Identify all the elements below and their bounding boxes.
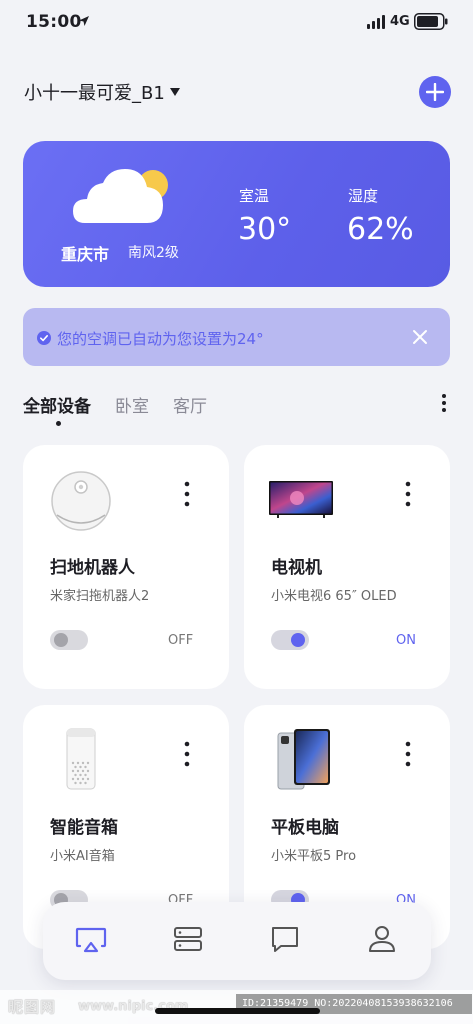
check-circle-icon [37,331,51,345]
caret-down-icon [169,88,180,96]
device-name: 智能音箱 [50,818,118,838]
tablet-image [277,729,330,790]
add-device-button[interactable] [419,76,451,108]
home-selector[interactable]: 小十一最可爱_B1 [24,79,180,105]
robot-vacuum-image [51,471,111,531]
more-vertical-icon[interactable] [400,479,416,509]
tab-living-room[interactable]: 客厅 [173,392,207,417]
tv-image [269,481,333,518]
network-type: 4G [390,14,410,29]
device-name: 电视机 [271,558,322,578]
more-vertical-icon[interactable] [179,479,195,509]
humidity-label: 湿度 [348,187,379,205]
device-model: 小米电视6 65″ OLED [271,589,397,604]
temperature-value: 30° [238,212,292,247]
active-tab-indicator [56,421,61,426]
device-card-tv[interactable]: 电视机 小米电视6 65″ OLED ON [244,445,450,689]
smart-speaker-image [66,728,96,790]
power-toggle[interactable] [271,630,309,650]
user-icon[interactable] [365,922,399,956]
temperature-label: 室温 [239,187,270,205]
home-indicator [155,1008,320,1014]
weather-city: 重庆市 [61,245,110,264]
bottom-navigation [43,902,431,980]
tab-all-devices[interactable]: 全部设备 [23,392,91,417]
weather-wind: 南风2级 [128,245,179,261]
notice-text: 您的空调已自动为您设置为24° [57,330,264,348]
device-model: 小米平板5 Pro [271,849,357,864]
partly-cloudy-icon [73,169,168,223]
device-model: 小米AI音箱 [50,849,115,864]
device-name: 扫地机器人 [50,558,135,578]
device-state: OFF [168,633,194,648]
device-card-robot-vacuum[interactable]: 扫地机器人 米家扫拖机器人2 OFF [23,445,229,689]
battery-icon [414,13,448,30]
location-arrow-icon [79,16,89,26]
watermark-logo: 昵图网 [8,998,57,1016]
humidity-value: 62% [347,212,414,247]
status-time: 15:00 [26,12,82,32]
home-title: 小十一最可爱_B1 [24,83,165,104]
more-vertical-icon[interactable] [400,739,416,769]
toggle-knob [291,633,305,647]
chat-icon[interactable] [268,922,302,956]
power-toggle[interactable] [50,630,88,650]
more-vertical-icon[interactable] [179,739,195,769]
device-name: 平板电脑 [271,818,339,838]
device-list-icon[interactable] [171,922,205,956]
device-model: 米家扫拖机器人2 [50,589,150,604]
screen-cast-icon[interactable] [74,922,108,956]
tab-bedroom[interactable]: 卧室 [115,392,149,417]
close-icon[interactable] [412,329,428,345]
toggle-knob [54,633,68,647]
cellular-signal-icon [367,15,385,29]
room-tabs: 全部设备 卧室 客厅 [23,392,231,417]
status-bar: 15:00 4G [0,0,473,46]
device-state: ON [396,633,416,648]
weather-card: 重庆市 南风2级 室温 30° 湿度 62% [23,141,450,287]
plus-icon [426,83,444,101]
more-vertical-icon[interactable] [436,393,452,413]
ac-notice-banner: 您的空调已自动为您设置为24° [23,308,450,366]
